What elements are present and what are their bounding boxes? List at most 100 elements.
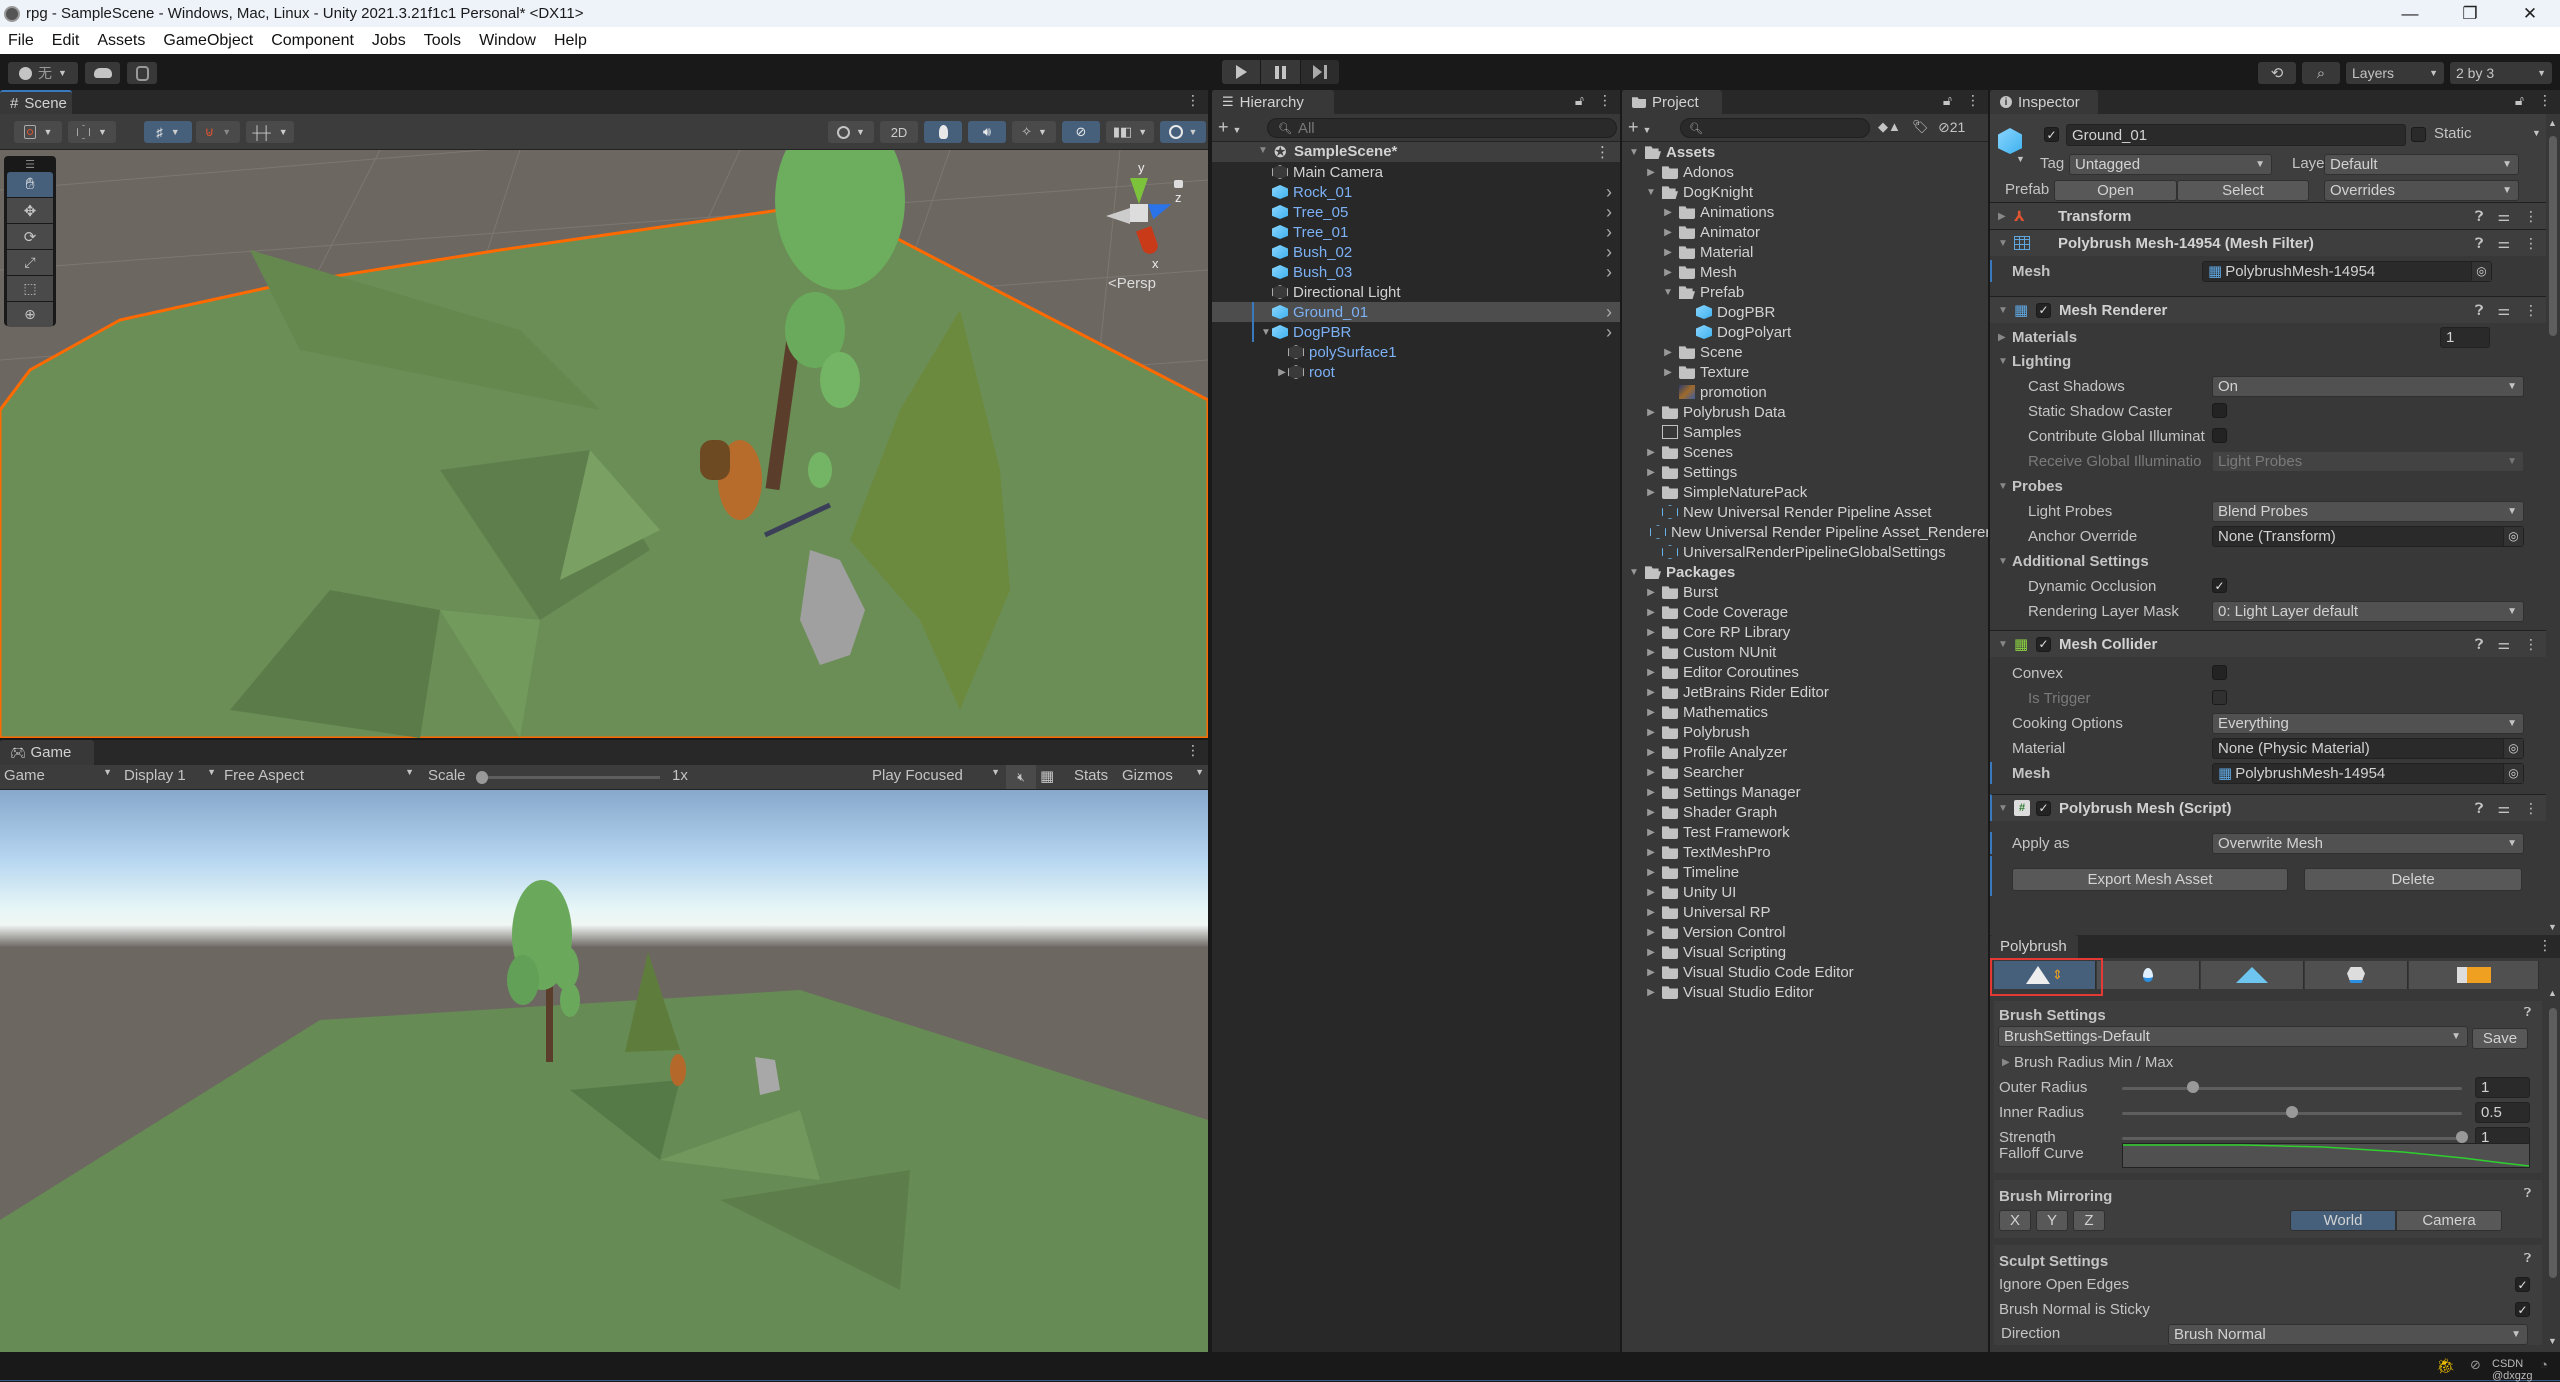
menu-file[interactable]: File (0, 32, 43, 50)
layout-dropdown[interactable]: 2 by 3 ▼ (2450, 62, 2552, 84)
tab-inspector[interactable]: i Inspector (1990, 90, 2098, 114)
brush-preset-dropdown[interactable]: BrushSettings-Default ▼ (1998, 1026, 2468, 1047)
expand-arrow-icon[interactable]: ▶ (1645, 167, 1657, 178)
minimize-button[interactable]: — (2380, 0, 2440, 27)
presets-icon[interactable]: ⚌ (2497, 636, 2510, 653)
scale-tool-button[interactable]: ⤢ (7, 250, 53, 275)
play-mode-dropdown[interactable]: Play Focused ▼ (872, 767, 1000, 784)
display-dropdown[interactable]: Display 1 ▼ (124, 767, 216, 784)
hierarchy-item[interactable]: Rock_01 › (1212, 182, 1620, 202)
lock-icon[interactable]: 🔓︎ (1575, 92, 1584, 109)
collapse-arrow-icon[interactable]: ▼ (1628, 147, 1640, 158)
shading-mode-dropdown[interactable]: ▼ (828, 121, 874, 143)
prefab-open-button[interactable]: Open (2054, 180, 2177, 201)
layer-dropdown[interactable]: Default ▼ (2324, 154, 2519, 175)
expand-arrow-icon[interactable]: ▶ (1645, 947, 1657, 958)
audio-toggle[interactable]: 🔊︎ (968, 121, 1006, 143)
project-item[interactable]: ▶ Code Coverage (1622, 602, 1988, 622)
expand-arrow-icon[interactable]: ▶ (1645, 787, 1657, 798)
expand-arrow-icon[interactable]: ▶ (1645, 967, 1657, 978)
outer-radius-field[interactable]: 1 (2475, 1077, 2530, 1098)
hierarchy-item[interactable]: Directional Light (1212, 282, 1620, 302)
draw-mode-dropdown[interactable]: ▼ (14, 121, 62, 143)
lock-icon[interactable] (1174, 180, 1183, 188)
mesh-renderer-enabled-checkbox[interactable]: ✓ (2036, 302, 2051, 318)
hidden-objects-toggle[interactable]: ⊘ (1062, 121, 1100, 143)
open-prefab-arrow-icon[interactable]: › (1606, 222, 1612, 243)
snap-settings-dropdown[interactable]: ┼┼ ▼ (246, 121, 294, 143)
dynamic-occlusion-checkbox[interactable]: ✓ (2212, 578, 2227, 593)
outer-radius-slider[interactable] (2122, 1087, 2462, 1090)
collapse-arrow-icon[interactable]: ▼ (1628, 567, 1640, 578)
grid-snap-toggle[interactable]: ♯ ▼ (144, 121, 192, 143)
inspector-scrollbar[interactable]: ▲ ▼ (2546, 114, 2560, 934)
expand-arrow-icon[interactable]: ▶ (2002, 1057, 2010, 1068)
component-menu-icon[interactable]: ⋮ (2524, 800, 2538, 817)
mesh-collider-component-header[interactable]: ▼ ▦ ✓ Mesh Collider ❓︎ ⚌ ⋮ (1990, 630, 2546, 657)
help-icon[interactable]: ❓︎ (2475, 208, 2483, 225)
component-menu-icon[interactable]: ⋮ (2524, 208, 2538, 225)
more-options-icon[interactable]: ⋮ (1598, 92, 1612, 109)
expand-arrow-icon[interactable]: ▶ (1645, 767, 1657, 778)
transform-component-header[interactable]: ▶ ⅄ Transform ❓︎ ⚌ ⋮ (1990, 202, 2546, 229)
menu-component[interactable]: Component (262, 32, 363, 50)
project-item[interactable]: ▼ Packages (1622, 562, 1988, 582)
project-item[interactable]: ▼ Assets (1622, 142, 1988, 162)
lock-icon[interactable]: 🔓︎ (1943, 92, 1952, 109)
progress-icon[interactable]: ◔ (2540, 1357, 2548, 1372)
project-item[interactable]: ▶ Unity UI (1622, 882, 1988, 902)
project-item[interactable]: ▶ Core RP Library (1622, 622, 1988, 642)
hierarchy-item[interactable]: polySurface1 (1212, 342, 1620, 362)
mesh-filter-mesh-field[interactable]: ▦ PolybrushMesh-14954 ◎ (2202, 260, 2492, 282)
project-item[interactable]: ▶ Settings (1622, 462, 1988, 482)
strength-knob[interactable] (2456, 1131, 2468, 1143)
scale-slider-knob[interactable] (476, 771, 488, 784)
hierarchy-item[interactable]: Bush_03 › (1212, 262, 1620, 282)
anchor-override-field[interactable]: None (Transform) ◎ (2212, 525, 2524, 547)
collapse-arrow-icon[interactable]: ▼ (1998, 803, 2014, 814)
expand-arrow-icon[interactable]: ▶ (1645, 807, 1657, 818)
expand-arrow-icon[interactable]: ▶ (1645, 847, 1657, 858)
menu-edit[interactable]: Edit (43, 32, 89, 50)
tab-polybrush[interactable]: Polybrush (1990, 935, 2078, 958)
collider-material-field[interactable]: None (Physic Material) ◎ (2212, 737, 2524, 759)
expand-arrow-icon[interactable]: ▶ (1645, 647, 1657, 658)
hierarchy-search-input[interactable]: 🔍︎ All (1267, 118, 1617, 138)
scene-viewport[interactable]: ☰ ✋︎ ✥ ⟳ ⤢ ⬚ ⊕ y z x <Persp (0, 150, 1208, 738)
project-item[interactable]: ▶ Animator (1622, 222, 1988, 242)
project-item[interactable]: ▶ Mesh (1622, 262, 1988, 282)
scene-header-row[interactable]: ▼ ✪ SampleScene* ⋮ (1212, 142, 1620, 162)
scroll-up-icon[interactable]: ▲ (2548, 988, 2557, 998)
object-picker-icon[interactable]: ◎ (2503, 763, 2523, 783)
effects-dropdown[interactable]: ✧ ▼ (1012, 121, 1056, 143)
help-icon[interactable]: ❓︎ (2524, 1251, 2531, 1266)
game-view-dropdown[interactable]: Game ▼ (4, 767, 112, 784)
mirror-camera-button[interactable]: Camera (2396, 1210, 2502, 1231)
tab-scene[interactable]: # Scene (0, 90, 72, 114)
polybrush-scroll-thumb[interactable] (2549, 1008, 2557, 1278)
maximize-button[interactable]: ❐ (2440, 0, 2500, 27)
expand-arrow-icon[interactable]: ▶ (1645, 667, 1657, 678)
increment-snap-toggle[interactable]: ⊍ ▼ (196, 121, 240, 143)
render-mode-dropdown[interactable]: ▼ (68, 121, 116, 143)
collapse-arrow-icon[interactable]: ▼ (1998, 639, 2014, 650)
hierarchy-item[interactable]: Main Camera (1212, 162, 1620, 182)
gizmos-dropdown[interactable]: ▼ (1160, 121, 1206, 143)
more-options-icon[interactable]: ⋮ (1966, 92, 1980, 109)
ignore-open-edges-checkbox[interactable]: ✓ (2515, 1277, 2530, 1292)
outer-radius-knob[interactable] (2187, 1081, 2200, 1093)
expand-arrow-icon[interactable]: ▶ (1645, 447, 1657, 458)
help-icon[interactable]: ❓︎ (2475, 800, 2483, 817)
materials-count-field[interactable]: 1 (2440, 326, 2490, 348)
hierarchy-item[interactable]: ▼ DogPBR › (1212, 322, 1620, 342)
mirror-world-button[interactable]: World (2290, 1210, 2396, 1231)
undo-history-button[interactable]: ⟲ (2258, 62, 2296, 84)
paint-vertex-mode-button[interactable] (2201, 961, 2304, 989)
create-asset-button[interactable]: + ▼ (1628, 117, 1651, 138)
help-icon[interactable]: ❓︎ (2524, 1186, 2531, 1201)
lock-icon[interactable]: 🔓︎ (2515, 92, 2524, 109)
cloud-button[interactable] (85, 62, 120, 84)
more-options-icon[interactable]: ⋮ (2538, 937, 2552, 954)
cache-server-icon[interactable]: ⊘ (2470, 1357, 2481, 1373)
project-item[interactable]: ▶ Burst (1622, 582, 1988, 602)
